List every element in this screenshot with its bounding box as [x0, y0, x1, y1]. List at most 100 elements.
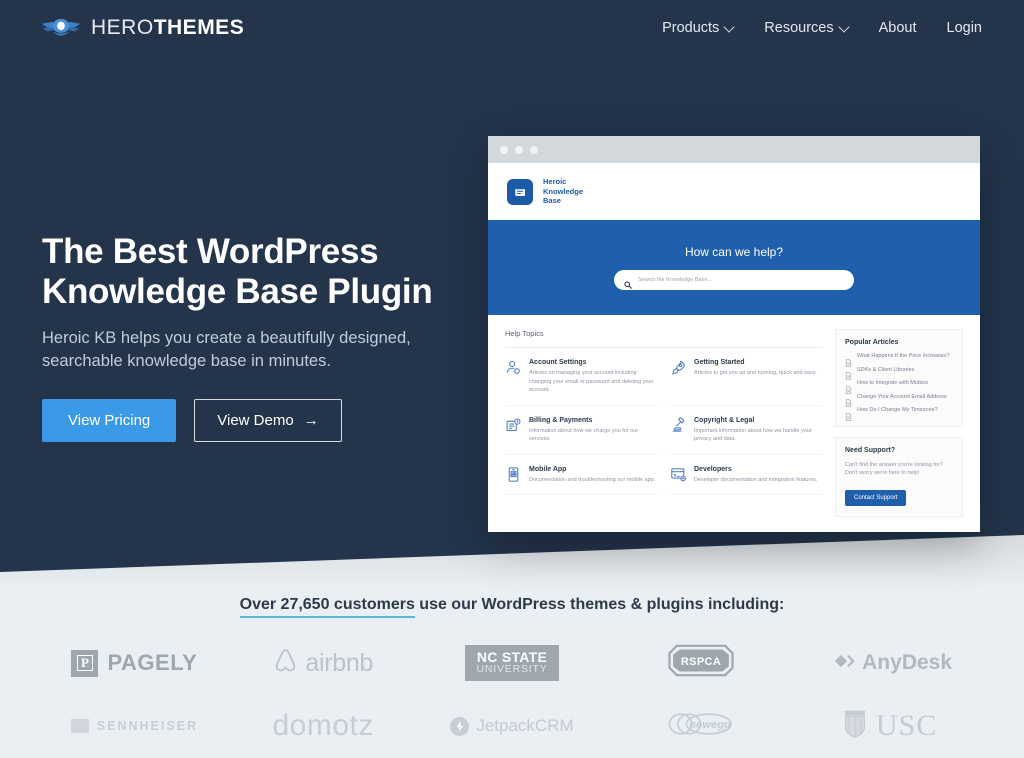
nav-label-products: Products — [662, 20, 720, 36]
help-topics-label: Help Topics — [505, 329, 823, 348]
topic-card[interactable]: Mobile App Documentation and troubleshoo… — [505, 455, 658, 496]
view-pricing-button[interactable]: View Pricing — [42, 398, 177, 442]
svg-text:RSPCA: RSPCA — [681, 656, 721, 668]
winged-shield-logo-icon — [40, 15, 82, 41]
ncstate-line-1: NC STATE — [476, 648, 548, 665]
chevron-down-icon — [840, 23, 849, 32]
customer-logo-row-2: SENNHEISER domotz JetpackCRM newegg USC — [0, 708, 1024, 744]
popular-article-item[interactable]: What Happens If the Price Increases? — [845, 353, 953, 367]
window-dot-icon — [530, 145, 538, 154]
customers-count-highlight: Over 27,650 customers — [239, 596, 415, 618]
ncstate-line-2: UNIVERSITY — [476, 663, 548, 676]
nav-item-products[interactable]: Products — [662, 20, 734, 36]
sennheiser-wordmark: SENNHEISER — [96, 719, 199, 733]
topic-card[interactable]: Getting Started Articles to get you up a… — [670, 348, 823, 406]
nav-label-login: Login — [946, 20, 982, 36]
logo-rspca: RSPCA — [668, 644, 734, 682]
book-app-icon — [507, 178, 533, 205]
logo-airbnb: airbnb — [273, 647, 373, 679]
topic-card[interactable]: Account Settings Articles on managing yo… — [505, 348, 658, 406]
popular-article-title: How Do I Change My Timezone? — [857, 407, 938, 413]
popular-article-title: What Happens If the Price Increases? — [857, 353, 950, 359]
mockup-search-placeholder: Search the Knowledge Base... — [638, 277, 712, 283]
window-dot-icon — [515, 145, 523, 154]
brand-line-1: Heroic — [543, 176, 567, 186]
site-logo[interactable]: HEROTHEMES — [40, 15, 244, 41]
chevron-down-icon — [725, 23, 734, 32]
domotz-wordmark: domotz — [272, 709, 374, 742]
hero-copy: The Best WordPress Knowledge Base Plugin… — [42, 232, 462, 442]
nav-label-resources: Resources — [764, 20, 834, 36]
code-window-icon — [670, 466, 687, 483]
logo-pagely: P PAGELY — [71, 649, 198, 677]
rocket-icon — [670, 359, 687, 376]
landing-page: HEROTHEMES Products Resources About Logi… — [0, 0, 1024, 758]
topic-desc: Articles on managing your account includ… — [529, 370, 654, 394]
svg-text:newegg: newegg — [689, 719, 731, 731]
mockup-brandbar: Heroic Knowledge Base — [488, 163, 980, 220]
contact-support-button[interactable]: Contact Support — [845, 490, 907, 507]
sennheiser-mark-icon — [70, 719, 89, 733]
anydesk-wordmark: AnyDesk — [862, 651, 953, 674]
mockup-search-input[interactable]: Search the Knowledge Base... — [614, 270, 854, 290]
logo-jetpackcrm: JetpackCRM — [450, 716, 574, 736]
usc-shield-icon — [842, 708, 868, 744]
mockup-titlebar — [488, 136, 980, 163]
nav-label-about: About — [878, 20, 917, 36]
document-icon — [845, 354, 852, 367]
popular-article-title: SDKs & Client Libraries — [857, 366, 915, 373]
help-topics-grid: Account Settings Articles on managing yo… — [505, 348, 823, 496]
topic-title: Developers — [694, 465, 732, 473]
view-demo-button[interactable]: View Demo → — [194, 398, 342, 442]
view-demo-label: View Demo — [217, 411, 294, 429]
pagely-wordmark: PAGELY — [107, 650, 198, 675]
mobile-phone-icon — [505, 466, 522, 483]
customer-logo-row-1: P PAGELY airbnb NC STATE UNIVERSITY RSPC… — [0, 644, 1024, 682]
topic-card[interactable]: Copyright & Legal Important information … — [670, 406, 823, 455]
invoice-icon — [505, 417, 522, 434]
mockup-search-band: How can we help? Search the Knowledge Ba… — [488, 220, 980, 315]
logo-usc: USC — [842, 708, 937, 744]
popular-article-item[interactable]: SDKs & Client Libraries — [845, 366, 953, 380]
nav-item-about[interactable]: About — [879, 20, 917, 36]
customers-headline-rest: use our WordPress themes & plugins inclu… — [414, 596, 785, 613]
usc-wordmark: USC — [875, 709, 938, 742]
logo-anydesk: AnyDesk — [827, 651, 952, 675]
topic-card[interactable]: Billing & Payments Information about how… — [505, 406, 658, 455]
document-icon — [845, 381, 852, 394]
popular-article-item[interactable]: How to Integrate with Mobiso — [845, 380, 953, 394]
site-header: HEROTHEMES Products Resources About Logi… — [0, 0, 1024, 56]
customers-section: Over 27,650 customers use our WordPress … — [0, 596, 1024, 744]
brand-line-3: Base — [543, 196, 561, 206]
anydesk-mark-icon — [827, 652, 855, 675]
popular-articles-card: Popular Articles What Happens If the Pri… — [835, 329, 963, 427]
need-support-desc: Can't find the answer you're looking for… — [845, 461, 943, 477]
gavel-icon — [670, 416, 687, 434]
popular-article-item[interactable]: How Do I Change My Timezone? — [845, 407, 953, 421]
customers-headline: Over 27,650 customers use our WordPress … — [0, 596, 1024, 618]
topic-desc: Articles to get you up and running, quic… — [694, 370, 817, 376]
window-dot-icon — [500, 145, 508, 154]
logo-sennheiser: SENNHEISER — [70, 719, 199, 733]
logo-wordmark: HEROTHEMES — [91, 16, 244, 40]
page-title: The Best WordPress Knowledge Base Plugin — [42, 232, 462, 311]
airbnb-mark-icon — [273, 647, 298, 679]
main-navigation: Products Resources About Login — [662, 20, 982, 36]
nav-item-login[interactable]: Login — [947, 20, 982, 36]
hero-title-line-2: Knowledge Base Plugin — [42, 271, 433, 311]
need-support-card: Need Support? Can't find the answer you'… — [835, 436, 963, 518]
search-icon — [624, 276, 632, 289]
popular-article-item[interactable]: Change Your Account Email Address — [845, 394, 953, 407]
mockup-brand-name: Heroic Knowledge Base — [543, 177, 583, 207]
topic-title: Mobile App — [529, 465, 567, 473]
document-icon — [845, 408, 852, 421]
mockup-search-heading: How can we help? — [684, 245, 784, 259]
document-icon — [845, 394, 852, 407]
logo-themes-text: THEMES — [153, 16, 245, 39]
nav-item-resources[interactable]: Resources — [764, 20, 848, 36]
airbnb-wordmark: airbnb — [305, 648, 374, 677]
hero-title-line-1: The Best WordPress — [42, 232, 379, 271]
pagely-mark-letter: P — [77, 655, 93, 671]
topic-card[interactable]: Developers Developer documentation and i… — [670, 455, 823, 496]
mockup-help-topics: Help Topics Account Settings Articles on… — [505, 329, 823, 532]
